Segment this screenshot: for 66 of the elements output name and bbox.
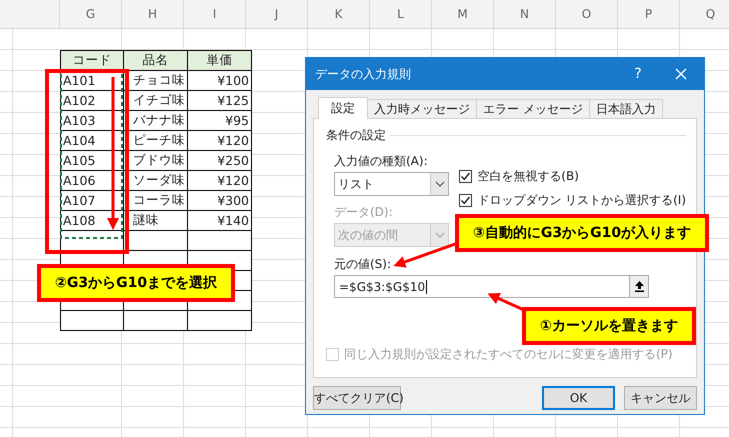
text-cursor <box>426 280 428 294</box>
close-icon <box>675 68 687 80</box>
column-header[interactable]: K <box>307 0 369 28</box>
column-header[interactable]: O <box>555 0 617 28</box>
up-arrow-icon <box>634 281 644 292</box>
table-cell: ブドウ味 <box>124 150 188 170</box>
table-header-cell: コード <box>60 50 124 70</box>
table-cell: ¥100 <box>188 70 252 90</box>
table-cell: ¥140 <box>188 210 252 230</box>
callout-label: ①カーソルを置きます <box>522 307 696 345</box>
window-title: データの入力規則 <box>315 66 412 82</box>
column-header[interactable]: G <box>59 0 121 28</box>
table-cell: コーラ味 <box>124 190 188 210</box>
field-label: データ(D): <box>334 204 394 221</box>
dialog-button[interactable]: すべてクリア(C) <box>313 386 401 410</box>
table-cell: A107 <box>60 190 124 210</box>
field-label: 入力値の種類(A): <box>334 153 429 170</box>
tab[interactable]: 入力時メッセージ <box>367 99 477 118</box>
column-header[interactable]: H <box>121 0 183 28</box>
checkbox-label[interactable]: 空白を無視する(B) <box>477 168 579 185</box>
range-select-button[interactable] <box>629 275 649 298</box>
table-header-cell: 単価 <box>188 50 252 70</box>
column-header[interactable]: P <box>617 0 679 28</box>
column-header[interactable]: M <box>431 0 493 28</box>
input-field[interactable]: =$G$3:$G$10 <box>334 275 629 298</box>
dialog-button[interactable]: OK <box>542 386 615 410</box>
table-cell: ¥250 <box>188 150 252 170</box>
callout-label: ③自動的にG3からG10が入ります <box>455 214 710 252</box>
field-label: 元の値(S): <box>334 256 392 273</box>
table-cell: イチゴ味 <box>124 90 188 110</box>
table-cell: A108 <box>60 210 124 230</box>
table-cell: A104 <box>60 130 124 150</box>
table-cell: ¥120 <box>188 130 252 150</box>
table-cell: バナナ味 <box>124 110 188 130</box>
checkbox[interactable] <box>459 170 472 183</box>
table-cell: A106 <box>60 170 124 190</box>
column-header[interactable]: I <box>183 0 245 28</box>
table-cell: A105 <box>60 150 124 170</box>
table-header-cell: 品名 <box>124 50 188 70</box>
column-header[interactable]: N <box>493 0 555 28</box>
table-cell: ¥120 <box>188 170 252 190</box>
table-cell: ソーダ味 <box>124 170 188 190</box>
table-cell: チョコ味 <box>124 70 188 90</box>
dropdown[interactable]: リスト <box>334 172 450 196</box>
table-cell: ピーチ味 <box>124 130 188 150</box>
tab[interactable]: 設定 <box>318 97 368 119</box>
table-cell: ¥95 <box>188 110 252 130</box>
chevron-down-icon <box>434 232 445 238</box>
table-cell: ¥125 <box>188 90 252 110</box>
table-cell: A103 <box>60 110 124 130</box>
column-header[interactable]: J <box>245 0 307 28</box>
table-cell: ¥300 <box>188 190 252 210</box>
dialog-button[interactable]: キャンセル <box>624 386 697 410</box>
callout-label: ②G3からG10までを選択 <box>37 264 236 302</box>
group-label: 条件の設定 <box>326 127 386 144</box>
checkbox[interactable] <box>459 194 472 207</box>
column-header[interactable]: L <box>369 0 431 28</box>
table-cell: 謎味 <box>124 210 188 230</box>
column-header[interactable]: Q <box>679 0 729 28</box>
table-cell: A102 <box>60 90 124 110</box>
help-button[interactable]: ? <box>618 58 658 90</box>
tab[interactable]: 日本語入力 <box>588 99 663 118</box>
table-cell: A101 <box>60 70 124 90</box>
pointer-arrow <box>488 293 525 312</box>
checkbox-label[interactable]: ドロップダウン リストから選択する(I) <box>477 192 686 209</box>
chevron-down-icon <box>434 181 445 187</box>
